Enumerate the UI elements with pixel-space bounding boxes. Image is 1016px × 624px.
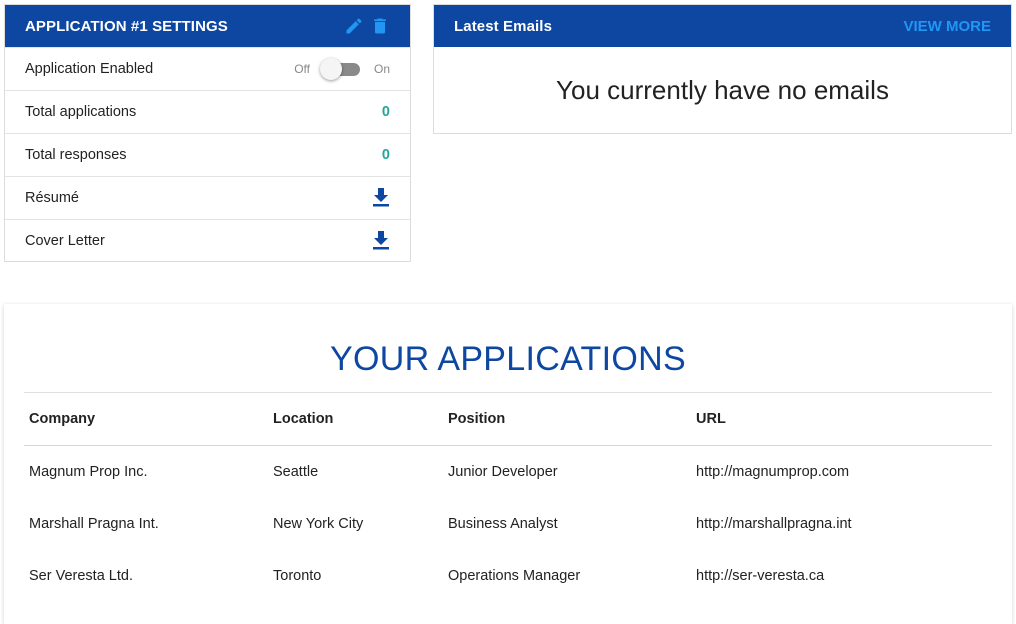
setting-row-cover-letter: Cover Letter: [5, 219, 410, 262]
emails-title: Latest Emails: [454, 17, 553, 35]
cell-url: http://marshallpragna.int: [696, 515, 852, 532]
table-header-row: Company Location Position URL: [24, 392, 992, 446]
total-applications-label: Total applications: [25, 104, 137, 120]
cell-location: Seattle: [273, 464, 319, 481]
your-applications-card: YOUR APPLICATIONS Company Location Posit…: [4, 304, 1012, 624]
latest-emails-card: Latest Emails VIEW MORE You currently ha…: [433, 4, 1012, 134]
edit-pencil-icon[interactable]: [344, 16, 364, 36]
toggle-on-label: On: [373, 62, 390, 76]
applications-table: Company Location Position URL Magnum Pro…: [24, 392, 992, 602]
enabled-toggle-group: Off On: [294, 58, 390, 80]
cell-location: Toronto: [273, 567, 322, 584]
setting-row-total-responses: Total responses 0: [5, 133, 410, 176]
application-enabled-label: Application Enabled: [25, 61, 154, 77]
column-header-location: Location: [268, 392, 443, 446]
cell-position: Operations Manager: [448, 567, 581, 584]
total-responses-value: 0: [381, 147, 390, 163]
settings-title: APPLICATION #1 SETTINGS: [25, 17, 228, 35]
cover-letter-label: Cover Letter: [25, 233, 105, 249]
download-icon[interactable]: [372, 188, 390, 208]
cell-url: http://magnumprop.com: [696, 464, 850, 481]
column-header-company: Company: [24, 392, 268, 446]
total-responses-label: Total responses: [25, 147, 127, 163]
setting-row-total-applications: Total applications 0: [5, 90, 410, 133]
settings-header-icons: [344, 15, 390, 37]
column-header-position: Position: [443, 392, 691, 446]
cell-location: New York City: [273, 515, 364, 532]
setting-row-application-enabled: Application Enabled Off On: [5, 47, 410, 90]
table-row: Ser Veresta Ltd. Toronto Operations Mana…: [24, 550, 992, 602]
settings-header: APPLICATION #1 SETTINGS: [5, 5, 410, 47]
cell-company: Magnum Prop Inc.: [29, 464, 148, 481]
cell-company: Ser Veresta Ltd.: [29, 567, 133, 584]
view-more-link[interactable]: VIEW MORE: [903, 18, 991, 35]
application-enabled-toggle[interactable]: [319, 58, 364, 80]
download-icon[interactable]: [372, 231, 390, 251]
cell-position: Business Analyst: [448, 515, 558, 532]
column-header-url: URL: [691, 392, 992, 446]
toggle-knob[interactable]: [319, 58, 342, 80]
total-applications-value: 0: [381, 104, 390, 120]
trash-icon[interactable]: [370, 15, 390, 37]
empty-emails-message: You currently have no emails: [556, 75, 889, 105]
application-settings-card: APPLICATION #1 SETTINGS Application Enab…: [4, 4, 411, 262]
applications-title: YOUR APPLICATIONS: [330, 340, 686, 378]
table-row: Marshall Pragna Int. New York City Busin…: [24, 498, 992, 550]
emails-header: Latest Emails VIEW MORE: [434, 5, 1011, 47]
cell-url: http://ser-veresta.ca: [696, 567, 825, 584]
toggle-off-label: Off: [294, 62, 310, 76]
table-row: Magnum Prop Inc. Seattle Junior Develope…: [24, 446, 992, 498]
cell-company: Marshall Pragna Int.: [29, 515, 159, 532]
resume-label: Résumé: [25, 190, 79, 206]
setting-row-resume: Résumé: [5, 176, 410, 219]
cell-position: Junior Developer: [448, 464, 558, 481]
